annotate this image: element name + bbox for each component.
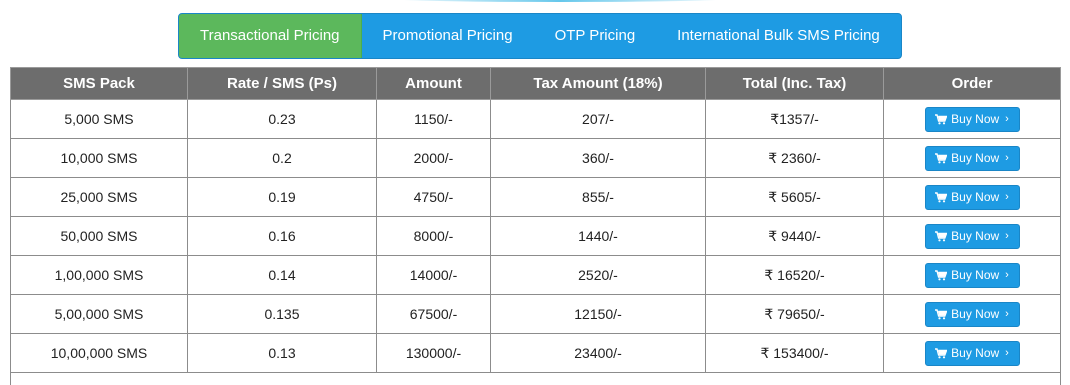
cell-amount: 8000/-: [377, 217, 491, 256]
table-header-row: SMS Pack Rate / SMS (Ps) Amount Tax Amou…: [11, 68, 1061, 100]
table-row-partial: [11, 373, 1061, 385]
cell-total: ₹ 79650/-: [706, 295, 884, 334]
cell-total: ₹ 5605/-: [706, 178, 884, 217]
table-row: 10,00,000 SMS 0.13 130000/- 23400/- ₹ 15…: [11, 334, 1061, 373]
chevron-right-icon: ›: [1005, 191, 1009, 203]
cell-tax: 23400/-: [491, 334, 706, 373]
header-amount: Amount: [377, 68, 491, 100]
cell-sms-pack: 1,00,000 SMS: [11, 256, 188, 295]
cell-tax: 360/-: [491, 139, 706, 178]
chevron-right-icon: ›: [1005, 308, 1009, 320]
cell-rate: 0.19: [188, 178, 377, 217]
header-sms-pack: SMS Pack: [11, 68, 188, 100]
tab-otp-pricing[interactable]: OTP Pricing: [534, 14, 657, 58]
buy-now-label: Buy Now: [951, 112, 999, 126]
buy-now-button[interactable]: Buy Now ›: [925, 146, 1020, 171]
shopping-cart-icon: [935, 348, 947, 359]
buy-now-button[interactable]: Buy Now ›: [925, 107, 1020, 132]
cell-order: Buy Now ›: [884, 295, 1061, 334]
chevron-right-icon: ›: [1005, 269, 1009, 281]
tab-promotional-pricing[interactable]: Promotional Pricing: [362, 14, 534, 58]
cell-total: ₹1357/-: [706, 100, 884, 139]
cell-order: Buy Now ›: [884, 139, 1061, 178]
chevron-right-icon: ›: [1005, 347, 1009, 359]
buy-now-button[interactable]: Buy Now ›: [925, 341, 1020, 366]
shopping-cart-icon: [935, 192, 947, 203]
cell-tax: 1440/-: [491, 217, 706, 256]
cell-amount: 1150/-: [377, 100, 491, 139]
header-tax-amount: Tax Amount (18%): [491, 68, 706, 100]
shopping-cart-icon: [935, 231, 947, 242]
cell-total: ₹ 9440/-: [706, 217, 884, 256]
buy-now-label: Buy Now: [951, 346, 999, 360]
buy-now-label: Buy Now: [951, 307, 999, 321]
tab-transactional-pricing[interactable]: Transactional Pricing: [179, 14, 362, 58]
chevron-right-icon: ›: [1005, 113, 1009, 125]
cell-sms-pack: 25,000 SMS: [11, 178, 188, 217]
cell-rate: 0.2: [188, 139, 377, 178]
buy-now-button[interactable]: Buy Now ›: [925, 185, 1020, 210]
pricing-table-container: SMS Pack Rate / SMS (Ps) Amount Tax Amou…: [10, 67, 1060, 385]
cell-total: ₹ 16520/-: [706, 256, 884, 295]
cell-tax: 855/-: [491, 178, 706, 217]
shopping-cart-icon: [935, 153, 947, 164]
chevron-right-icon: ›: [1005, 152, 1009, 164]
shopping-cart-icon: [935, 114, 947, 125]
buy-now-label: Buy Now: [951, 190, 999, 204]
cell-amount: 67500/-: [377, 295, 491, 334]
cell-sms-pack: 10,000 SMS: [11, 139, 188, 178]
header-total: Total (Inc. Tax): [706, 68, 884, 100]
pricing-tabs: Transactional Pricing Promotional Pricin…: [178, 13, 902, 59]
cell-total: ₹ 153400/-: [706, 334, 884, 373]
cell-order: Buy Now ›: [884, 100, 1061, 139]
cell-sms-pack: 5,000 SMS: [11, 100, 188, 139]
shopping-cart-icon: [935, 309, 947, 320]
cell-sms-pack: 5,00,000 SMS: [11, 295, 188, 334]
cell-rate: 0.23: [188, 100, 377, 139]
table-row: 1,00,000 SMS 0.14 14000/- 2520/- ₹ 16520…: [11, 256, 1061, 295]
buy-now-button[interactable]: Buy Now ›: [925, 224, 1020, 249]
pricing-table: SMS Pack Rate / SMS (Ps) Amount Tax Amou…: [10, 67, 1061, 385]
cell-tax: 207/-: [491, 100, 706, 139]
cell-tax: 2520/-: [491, 256, 706, 295]
cell-rate: 0.14: [188, 256, 377, 295]
cell-sms-pack: 50,000 SMS: [11, 217, 188, 256]
table-row: 5,00,000 SMS 0.135 67500/- 12150/- ₹ 796…: [11, 295, 1061, 334]
shopping-cart-icon: [935, 270, 947, 281]
cell-amount: 4750/-: [377, 178, 491, 217]
cell-rate: 0.135: [188, 295, 377, 334]
cell-empty: [11, 373, 1061, 385]
cell-amount: 2000/-: [377, 139, 491, 178]
cell-rate: 0.13: [188, 334, 377, 373]
tab-international-bulk-sms-pricing[interactable]: International Bulk SMS Pricing: [656, 14, 901, 58]
cell-order: Buy Now ›: [884, 334, 1061, 373]
header-order: Order: [884, 68, 1061, 100]
buy-now-label: Buy Now: [951, 151, 999, 165]
cell-rate: 0.16: [188, 217, 377, 256]
buy-now-label: Buy Now: [951, 229, 999, 243]
cell-order: Buy Now ›: [884, 178, 1061, 217]
cell-sms-pack: 10,00,000 SMS: [11, 334, 188, 373]
decorative-arc: [380, 0, 740, 2]
cell-order: Buy Now ›: [884, 217, 1061, 256]
table-row: 50,000 SMS 0.16 8000/- 1440/- ₹ 9440/- B…: [11, 217, 1061, 256]
cell-tax: 12150/-: [491, 295, 706, 334]
table-row: 10,000 SMS 0.2 2000/- 360/- ₹ 2360/- Buy…: [11, 139, 1061, 178]
table-row: 25,000 SMS 0.19 4750/- 855/- ₹ 5605/- Bu…: [11, 178, 1061, 217]
cell-total: ₹ 2360/-: [706, 139, 884, 178]
cell-amount: 14000/-: [377, 256, 491, 295]
cell-amount: 130000/-: [377, 334, 491, 373]
table-row: 5,000 SMS 0.23 1150/- 207/- ₹1357/- Buy …: [11, 100, 1061, 139]
chevron-right-icon: ›: [1005, 230, 1009, 242]
cell-order: Buy Now ›: [884, 256, 1061, 295]
header-rate: Rate / SMS (Ps): [188, 68, 377, 100]
buy-now-button[interactable]: Buy Now ›: [925, 302, 1020, 327]
buy-now-label: Buy Now: [951, 268, 999, 282]
buy-now-button[interactable]: Buy Now ›: [925, 263, 1020, 288]
